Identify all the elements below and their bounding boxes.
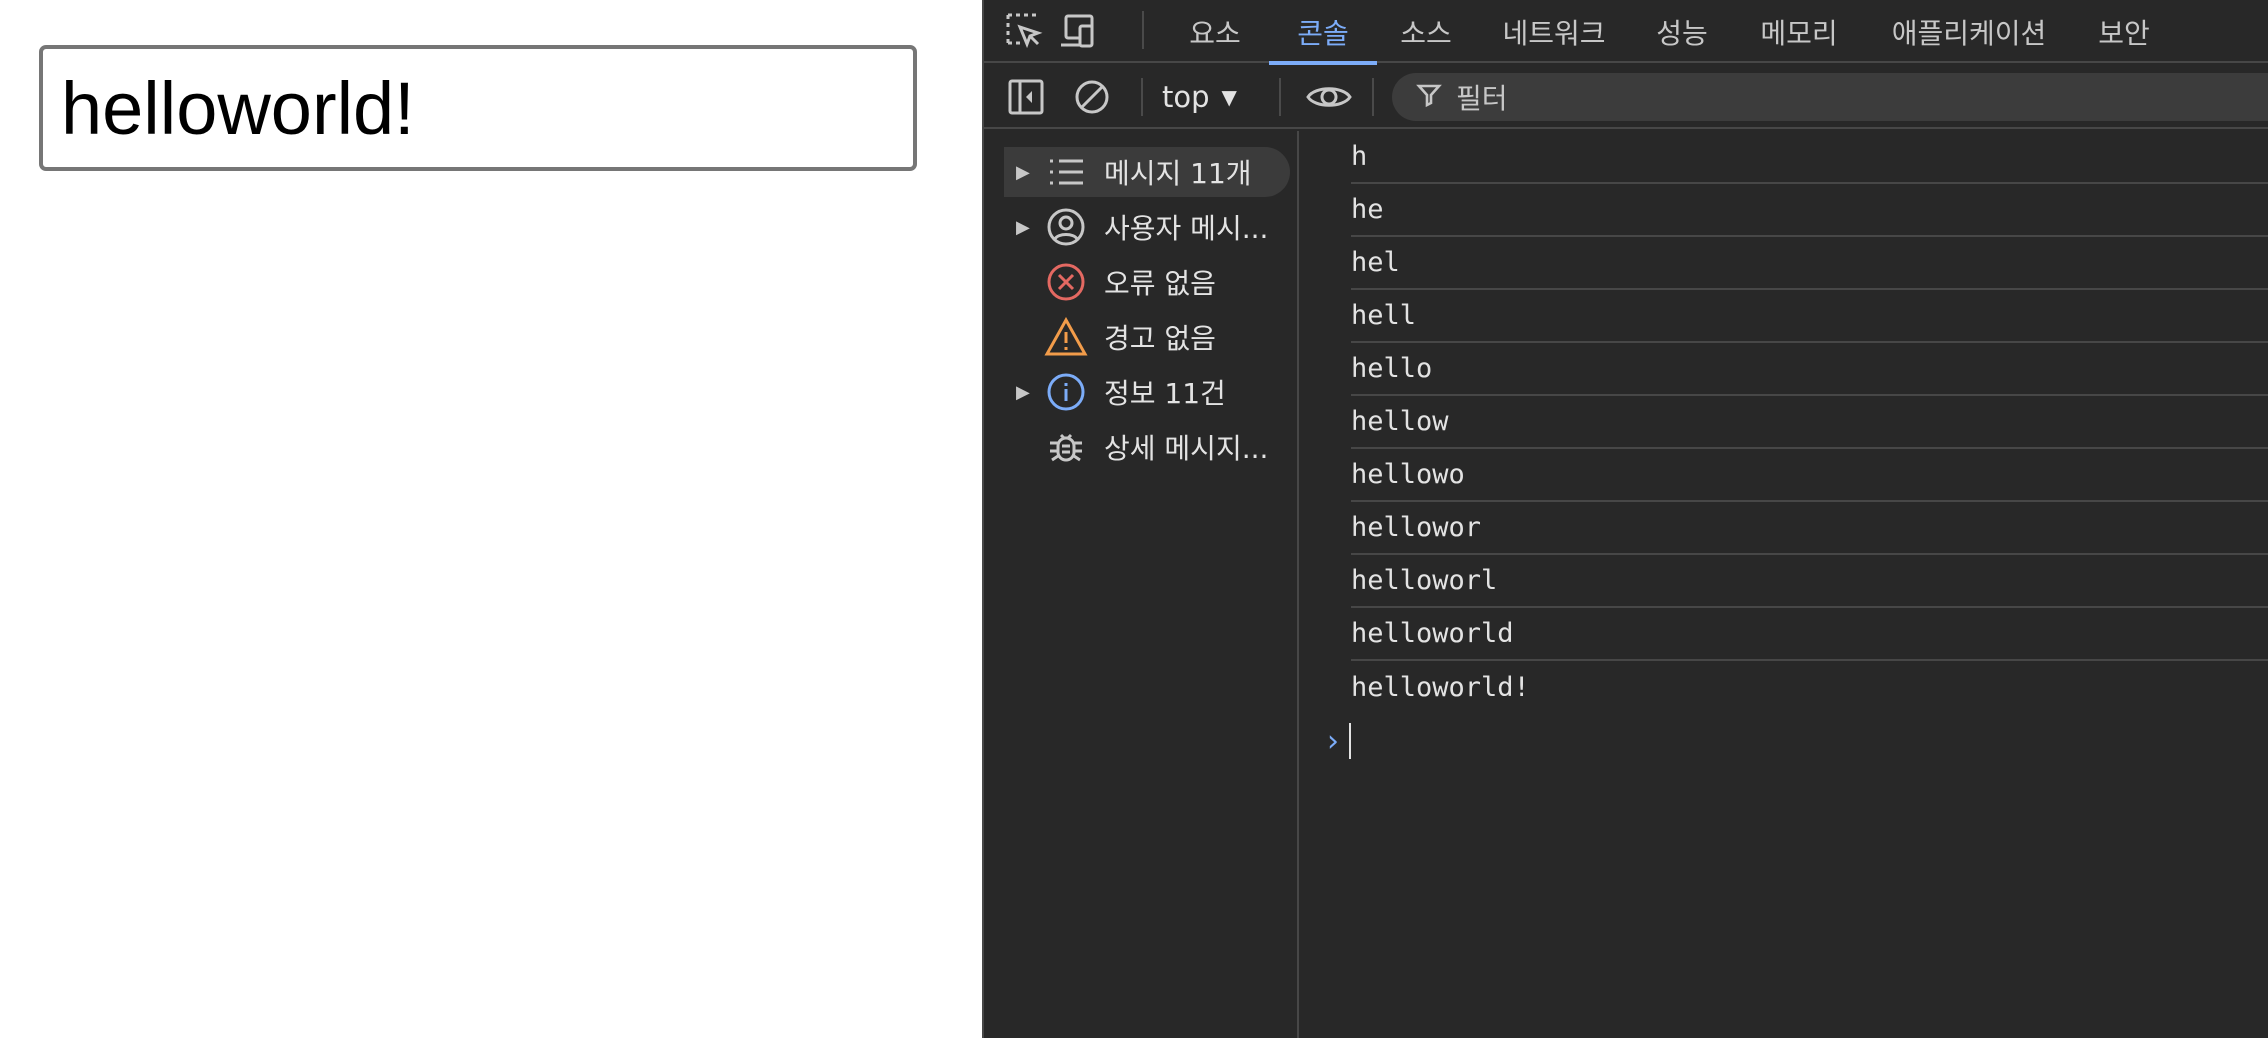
- inspect-element-icon[interactable]: [1002, 9, 1046, 53]
- devtools-tab-bar: 요소 콘솔 소스 네트워크 성능 메모리 애플리케이션 보안: [984, 0, 2268, 65]
- expand-arrow-icon[interactable]: ▶: [1016, 382, 1038, 403]
- sidebar-item-label: 경고 없음: [1104, 322, 1216, 355]
- list-icon: [1044, 150, 1088, 194]
- sidebar-item-messages[interactable]: ▶ 메시지 11개: [1004, 147, 1290, 197]
- prompt-chevron-icon: ›: [1327, 723, 1339, 759]
- sidebar-item-info[interactable]: ▶ 정보 11건: [1004, 367, 1290, 417]
- sidebar-item-label: 오류 없음: [1104, 267, 1216, 300]
- text-cursor: [1349, 723, 1351, 759]
- toolbar-separator: [1141, 78, 1143, 116]
- tab-sources[interactable]: 소스: [1384, 0, 1468, 63]
- toolbar-separator: [1279, 78, 1281, 116]
- context-label: top: [1162, 80, 1210, 114]
- console-log-row: hell: [1351, 290, 2268, 343]
- sidebar-item-label: 사용자 메시...: [1104, 212, 1269, 245]
- sidebar-toggle-icon[interactable]: [1004, 75, 1048, 119]
- console-log-row: hello: [1351, 343, 2268, 396]
- tab-bar-separator: [1142, 11, 1144, 49]
- device-toolbar-icon[interactable]: [1056, 9, 1100, 53]
- bug-icon: [1044, 425, 1088, 469]
- user-circle-icon: [1044, 205, 1088, 249]
- tab-elements[interactable]: 요소: [1172, 0, 1258, 63]
- toolbar-separator: [1372, 78, 1374, 116]
- console-log-row: hellowor: [1351, 502, 2268, 555]
- console-log-row: helloworl: [1351, 555, 2268, 608]
- console-log-row: h: [1351, 131, 2268, 184]
- sidebar-item-label: 메시지 11개: [1104, 157, 1252, 190]
- console-prompt[interactable]: ›: [1327, 721, 1351, 761]
- console-log-row: hel: [1351, 237, 2268, 290]
- devtools-panel: 요소 콘솔 소스 네트워크 성능 메모리 애플리케이션 보안 top ▼ 필터 …: [982, 0, 2268, 1038]
- expand-arrow-icon[interactable]: ▶: [1016, 162, 1038, 183]
- warning-icon: [1044, 315, 1088, 359]
- info-icon: [1044, 370, 1088, 414]
- sidebar-item-label: 상세 메시지...: [1104, 432, 1269, 465]
- tab-application[interactable]: 애플리케이션: [1874, 0, 2064, 63]
- tab-security[interactable]: 보안: [2084, 0, 2164, 63]
- filter-placeholder: 필터: [1456, 82, 1508, 115]
- sidebar-item-label: 정보 11건: [1104, 377, 1226, 410]
- filter-input[interactable]: 필터: [1392, 73, 2268, 121]
- sidebar-item-errors[interactable]: 오류 없음: [1004, 257, 1290, 307]
- console-toolbar: top ▼ 필터: [984, 65, 2268, 129]
- expand-arrow-icon[interactable]: ▶: [1016, 217, 1038, 238]
- console-log-row: helloworld!: [1351, 672, 1530, 703]
- sidebar-item-warnings[interactable]: 경고 없음: [1004, 312, 1290, 362]
- page-viewport: [0, 0, 982, 1038]
- text-input[interactable]: [39, 45, 917, 171]
- console-log-row: he: [1351, 184, 2268, 237]
- context-selector[interactable]: top ▼: [1162, 75, 1237, 119]
- console-sidebar: ▶ 메시지 11개 ▶ 사용자 메시... 오류 없음 경고 없음 ▶ 정보 1…: [984, 131, 1299, 1038]
- filter-icon: [1416, 82, 1442, 112]
- error-icon: [1044, 260, 1088, 304]
- clear-console-icon[interactable]: [1070, 75, 1114, 119]
- tab-performance[interactable]: 성능: [1642, 0, 1722, 63]
- sidebar-item-user-messages[interactable]: ▶ 사용자 메시...: [1004, 202, 1290, 252]
- console-log-row: hellow: [1351, 396, 2268, 449]
- sidebar-item-verbose[interactable]: 상세 메시지...: [1004, 422, 1290, 472]
- console-output: h he hel hell hello hellow hellowo hello…: [1299, 131, 2268, 1038]
- console-log-row: helloworld: [1351, 608, 2268, 661]
- dropdown-caret-icon: ▼: [1221, 85, 1237, 109]
- console-log-row: hellowo: [1351, 449, 2268, 502]
- live-expression-eye-icon[interactable]: [1304, 75, 1354, 119]
- tab-memory[interactable]: 메모리: [1744, 0, 1854, 63]
- tab-network[interactable]: 네트워크: [1484, 0, 1624, 63]
- tab-console[interactable]: 콘솔: [1269, 0, 1377, 65]
